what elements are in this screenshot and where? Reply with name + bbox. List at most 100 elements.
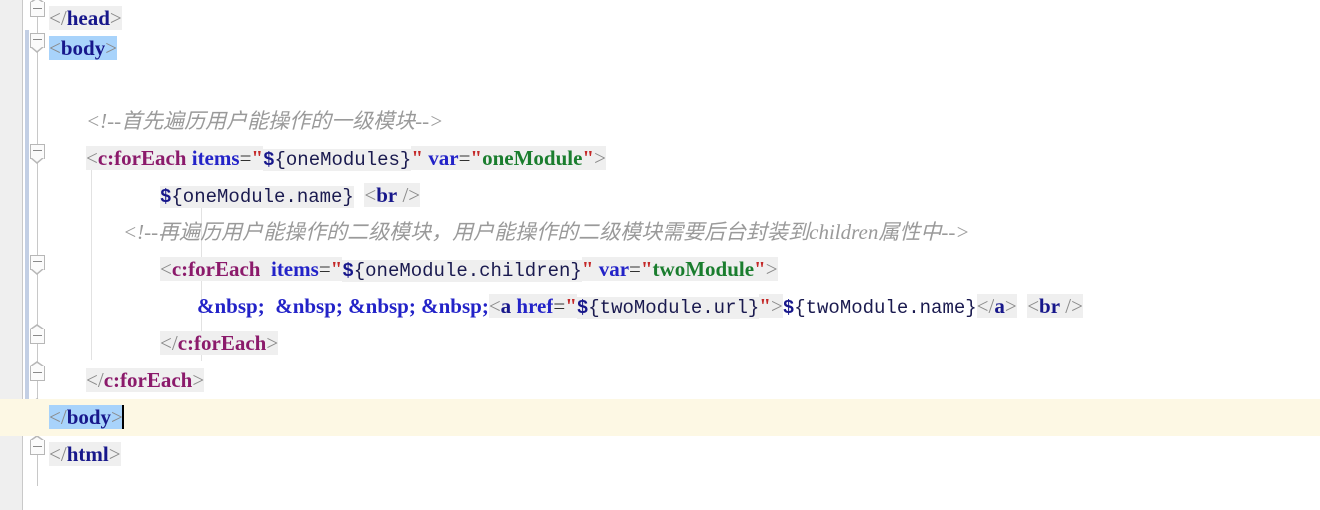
fold-toggle-icon[interactable] <box>30 33 45 53</box>
code-token-el: {oneModules} <box>274 149 412 171</box>
code-line-text: <c:forEach items="${oneModules}" var="on… <box>86 146 606 171</box>
fold-toggle-icon[interactable] <box>30 0 45 17</box>
code-token-entity: &nbsp; <box>348 294 416 318</box>
code-line[interactable]: <c:forEach items="${oneModule.children}"… <box>49 251 1320 288</box>
code-line-text: </head> <box>49 6 122 30</box>
code-token-attr: var <box>598 257 630 281</box>
code-token-eq: = <box>629 257 641 281</box>
code-token-quote: " <box>581 257 594 281</box>
code-token-eldollar: $ <box>342 260 354 282</box>
code-line[interactable]: </c:forEach> <box>49 325 1320 362</box>
code-token-punct: </ <box>976 294 995 318</box>
code-token-punct: </ <box>49 405 67 429</box>
code-token-el: {twoModule.url} <box>588 297 760 319</box>
code-token-punct: > <box>770 294 783 318</box>
code-token-punct: </ <box>49 6 67 30</box>
code-token-punct: /> <box>397 183 421 207</box>
code-token-quote: " <box>759 294 771 318</box>
code-line-text: <!--首先遍历用户能操作的一级模块--> <box>86 109 443 133</box>
code-token-el: {twoModule.name} <box>794 297 977 319</box>
code-content[interactable]: </head> <body> <!--首先遍历用户能操作的一级模块--> <c:for… <box>0 0 1320 510</box>
code-token-jsptag: c:forEach <box>103 368 193 392</box>
code-token-el: {oneModule.name} <box>171 186 354 208</box>
code-line[interactable]: </html> <box>49 436 1320 473</box>
code-line[interactable]: <c:forEach items="${oneModules}" var="on… <box>49 140 1320 177</box>
code-token-entity: &nbsp; <box>275 294 343 318</box>
code-token-tagname: a <box>994 294 1005 318</box>
code-token-plain <box>593 257 599 281</box>
code-line-text: </c:forEach> <box>160 331 279 355</box>
code-token-comment: <!--首先遍历用户能操作的一级模块--> <box>86 109 444 133</box>
code-line[interactable]: </body> <box>0 399 1320 436</box>
fold-toggle-icon[interactable] <box>30 361 45 381</box>
code-token-attr: items <box>191 146 240 170</box>
code-token-punct: > <box>1004 294 1017 318</box>
code-token-quote: " <box>470 146 483 170</box>
code-line[interactable]: </c:forEach> <box>49 362 1320 399</box>
code-line-text: </body> <box>49 405 124 429</box>
code-token-punct: > <box>109 6 122 30</box>
code-token-eldollar: $ <box>576 297 589 319</box>
code-token-punct: > <box>108 442 121 466</box>
code-token-eq: = <box>318 257 331 281</box>
code-line[interactable]: &nbsp; &nbsp; &nbsp; &nbsp;<a href="${tw… <box>49 288 1320 325</box>
code-token-attr: var <box>428 146 459 170</box>
code-token-punct: /> <box>1060 294 1083 318</box>
code-token-strval: twoModule <box>652 257 755 281</box>
code-token-quote: " <box>251 146 264 170</box>
code-token-eldollar: $ <box>782 297 795 319</box>
code-token-plain <box>260 257 271 281</box>
code-token-tagname: a <box>500 294 512 318</box>
fold-toggle-icon[interactable] <box>30 144 45 164</box>
code-token-jsptag: c:forEach <box>171 257 261 281</box>
code-token-punct: > <box>765 257 778 281</box>
fold-toggle-icon[interactable] <box>30 324 45 344</box>
fold-toggle-icon[interactable] <box>30 435 45 455</box>
code-line-text: </c:forEach> <box>86 368 205 392</box>
code-token-eldollar: $ <box>263 149 275 171</box>
code-token-quote: " <box>411 146 423 170</box>
code-line[interactable]: ${oneModule.name} <br /> <box>49 177 1320 214</box>
code-token-punct: < <box>160 257 172 281</box>
code-line[interactable]: <!--再遍历用户能操作的二级模块，用户能操作的二级模块需要后台封装到child… <box>49 214 1320 251</box>
fold-toggle-icon[interactable] <box>30 255 45 275</box>
code-token-punct: < <box>488 294 501 318</box>
code-token-punct: < <box>1027 294 1040 318</box>
code-token-plain <box>186 146 192 170</box>
code-token-tagname: br <box>1039 294 1061 318</box>
code-line[interactable]: <body> <box>49 30 1320 67</box>
code-token-eq: = <box>458 146 471 170</box>
code-line-text: </html> <box>49 442 121 466</box>
code-token-tagname: html <box>66 442 109 466</box>
code-token-tagname: head <box>66 6 110 30</box>
code-token-punct: > <box>192 368 205 392</box>
code-line-text: <body> <box>49 36 118 60</box>
code-line[interactable]: <!--首先遍历用户能操作的一级模块--> <box>49 103 1320 140</box>
code-token-entity: &nbsp; <box>197 294 265 318</box>
code-token-tagname: body <box>60 36 106 60</box>
code-token-attr: items <box>270 257 319 281</box>
code-token-punct: < <box>86 146 98 170</box>
code-token-punct: > <box>594 146 606 170</box>
code-token-punct: < <box>49 36 61 60</box>
code-token-tagname: br <box>376 183 398 207</box>
code-token-el: {oneModule.children} <box>353 260 582 282</box>
code-token-jsptag: c:forEach <box>177 331 267 355</box>
code-token-punct: > <box>105 36 118 60</box>
code-token-eq: = <box>239 146 252 170</box>
code-token-quote: " <box>582 146 595 170</box>
code-token-punct: </ <box>86 368 104 392</box>
code-token-attr: href <box>516 294 554 318</box>
code-token-strval: oneModule <box>482 146 583 170</box>
code-token-punct: </ <box>49 442 67 466</box>
code-token-eldollar: $ <box>160 186 172 208</box>
code-line-text: &nbsp; &nbsp; &nbsp; &nbsp;<a href="${tw… <box>197 294 1083 319</box>
code-token-quote: " <box>640 257 653 281</box>
code-token-eq: = <box>553 294 566 318</box>
code-line-text: <!--再遍历用户能操作的二级模块，用户能操作的二级模块需要后台封装到child… <box>123 220 970 244</box>
code-editor[interactable]: </head> <body> <!--首先遍历用户能操作的一级模块--> <c:for… <box>0 0 1320 510</box>
code-token-jsptag: c:forEach <box>97 146 187 170</box>
